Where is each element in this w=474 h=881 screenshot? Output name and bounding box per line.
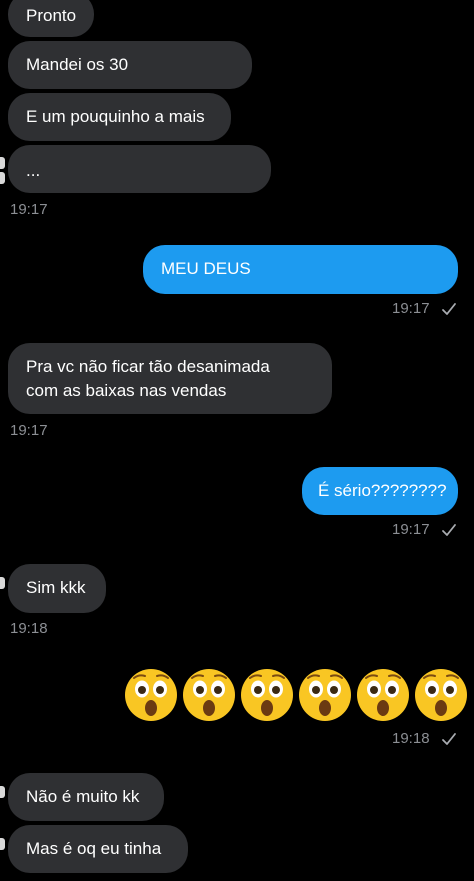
check-icon (442, 733, 456, 745)
incoming-message[interactable]: E um pouquinho a mais (8, 93, 231, 141)
check-icon (442, 303, 456, 315)
incoming-message[interactable]: Mandei os 30 (8, 41, 252, 89)
scroll-edge-marker (0, 577, 5, 589)
scroll-edge-marker (0, 172, 5, 184)
message-text: E um pouquinho a mais (26, 107, 205, 126)
scroll-edge-marker (0, 838, 5, 850)
outgoing-message[interactable]: MEU DEUS (143, 245, 458, 294)
message-text: Pronto (26, 6, 77, 25)
timestamp: 19:17 (10, 422, 48, 439)
message-text: Mas é oq eu tinha (26, 839, 162, 858)
astonished-face-emoji (415, 669, 467, 721)
message-text: É sério???????? (318, 481, 447, 500)
message-text: Não é muito kk (26, 787, 140, 806)
incoming-message[interactable]: Sim kkk (8, 564, 106, 613)
incoming-message[interactable]: Pra vc não ficar tão desanimada com as b… (8, 343, 332, 414)
incoming-message[interactable]: Não é muito kk (8, 773, 164, 821)
incoming-message[interactable]: Mas é oq eu tinha (8, 825, 188, 873)
scroll-edge-marker (0, 157, 5, 169)
timestamp: 19:18 (392, 730, 430, 747)
timestamp: 19:17 (392, 521, 430, 538)
incoming-message[interactable]: Pronto (8, 0, 95, 37)
astonished-face-emoji (299, 669, 351, 721)
message-text-line: com as baixas nas vendas (26, 381, 227, 400)
message-text-line: Pra vc não ficar tão desanimada (26, 357, 270, 376)
timestamp: 19:17 (10, 201, 48, 218)
timestamp: 19:18 (10, 620, 48, 637)
astonished-face-emoji (183, 669, 235, 721)
incoming-message[interactable]: ... (8, 145, 271, 193)
outgoing-emoji-message[interactable] (124, 668, 468, 722)
check-icon (442, 524, 456, 536)
astonished-face-emoji (241, 669, 293, 721)
astonished-face-emoji (125, 669, 177, 721)
message-text: Sim kkk (26, 578, 86, 597)
astonished-face-emoji (357, 669, 409, 721)
message-text: ... (26, 161, 41, 180)
timestamp: 19:17 (392, 300, 430, 317)
message-text: Mandei os 30 (26, 55, 129, 74)
scroll-edge-marker (0, 786, 5, 798)
outgoing-message[interactable]: É sério???????? (302, 467, 458, 515)
message-text: MEU DEUS (161, 259, 251, 278)
